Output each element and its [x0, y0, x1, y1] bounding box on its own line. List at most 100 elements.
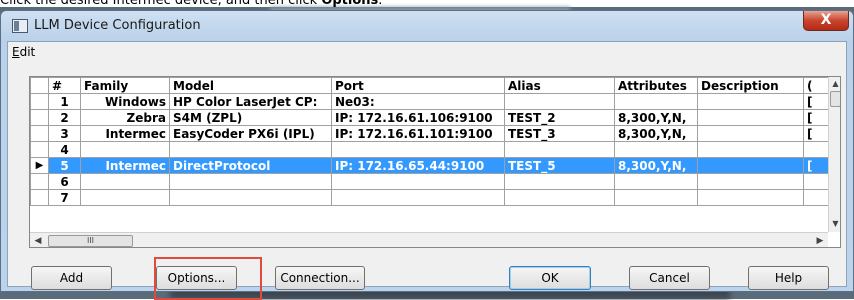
table-row[interactable]: 4	[30, 141, 829, 158]
cell-last[interactable]: [	[803, 109, 829, 126]
scroll-left-icon[interactable]: ◀	[30, 233, 46, 247]
cell-num[interactable]: 7	[48, 189, 81, 206]
cell-port[interactable]	[331, 141, 505, 158]
cell-attributes[interactable]	[614, 93, 698, 110]
horizontal-scroll-thumb[interactable]: III	[48, 235, 133, 247]
header-attributes[interactable]: Attributes	[614, 77, 698, 94]
cell-family[interactable]	[80, 189, 170, 206]
options-highlight-box	[154, 257, 262, 300]
instruction-prefix: Click the desired Intermec device, and t…	[0, 0, 322, 8]
cell-last[interactable]: [	[803, 125, 829, 142]
cell-num[interactable]: 3	[48, 125, 81, 142]
cell-family[interactable]	[80, 141, 170, 158]
cell-alias[interactable]	[504, 173, 615, 190]
cell-model[interactable]: S4M (ZPL)	[169, 109, 332, 126]
cell-description[interactable]	[697, 109, 804, 126]
cell-last[interactable]: [	[803, 93, 829, 110]
cell-attributes[interactable]: 8,300,Y,N,	[614, 125, 698, 142]
row-indicator[interactable]: ▶	[30, 157, 49, 174]
cell-last[interactable]	[803, 173, 829, 190]
cell-num[interactable]: 4	[48, 141, 81, 158]
cell-model[interactable]	[169, 189, 332, 206]
cell-alias[interactable]: TEST_3	[504, 125, 615, 142]
dialog-window: LLM Device Configuration X Edit # Family…	[0, 10, 854, 300]
header-family[interactable]: Family	[80, 77, 170, 94]
dialog-client: Edit # Family Model Port Alias Attribute…	[7, 41, 847, 300]
row-indicator[interactable]	[30, 173, 49, 190]
cell-family[interactable]: Windows	[80, 93, 170, 110]
cell-model[interactable]: DirectProtocol	[169, 157, 332, 174]
vertical-scroll-thumb[interactable]	[830, 91, 840, 107]
row-indicator[interactable]	[30, 141, 49, 158]
header-port[interactable]: Port	[331, 77, 505, 94]
menu-edit[interactable]: Edit	[12, 45, 35, 59]
table-row[interactable]: 7	[30, 189, 829, 206]
app-icon	[12, 19, 28, 33]
cell-description[interactable]	[697, 125, 804, 142]
add-button[interactable]: Add	[31, 266, 112, 290]
table-row[interactable]: 3 Intermec EasyCoder PX6i (IPL) IP: 172.16.…	[30, 125, 829, 142]
cell-description[interactable]	[697, 173, 804, 190]
header-num[interactable]: #	[48, 77, 81, 94]
row-indicator[interactable]	[30, 93, 49, 110]
table-row[interactable]: 2 Zebra S4M (ZPL) IP: 172.16.61.106:9100 TES…	[30, 109, 829, 126]
cell-family[interactable]: Intermec	[80, 157, 170, 174]
cell-alias[interactable]: TEST_2	[504, 109, 615, 126]
cell-description[interactable]	[697, 189, 804, 206]
header-extra[interactable]: (	[803, 77, 829, 94]
cell-port[interactable]: IP: 172.16.65.44:9100	[331, 157, 505, 174]
cell-port[interactable]	[331, 189, 505, 206]
cell-family[interactable]	[80, 173, 170, 190]
cell-attributes[interactable]	[614, 173, 698, 190]
header-description[interactable]: Description	[697, 77, 804, 94]
cell-description[interactable]	[697, 141, 804, 158]
table-row[interactable]: ▶ 5 Intermec DirectProtocol IP: 172.16.65.44…	[30, 157, 829, 174]
header-model[interactable]: Model	[169, 77, 332, 94]
cell-port[interactable]: IP: 172.16.61.101:9100	[331, 125, 505, 142]
cell-model[interactable]: EasyCoder PX6i (IPL)	[169, 125, 332, 142]
cell-attributes[interactable]	[614, 141, 698, 158]
cell-attributes[interactable]: 8,300,Y,N,	[614, 109, 698, 126]
cell-num[interactable]: 5	[48, 157, 81, 174]
cell-model[interactable]	[169, 173, 332, 190]
cell-attributes[interactable]	[614, 189, 698, 206]
row-indicator[interactable]	[30, 109, 49, 126]
cell-alias[interactable]	[504, 93, 615, 110]
cell-last[interactable]	[803, 189, 829, 206]
help-button[interactable]: Help	[748, 266, 829, 290]
cell-family[interactable]: Intermec	[80, 125, 170, 142]
cell-alias[interactable]	[504, 189, 615, 206]
cell-alias[interactable]	[504, 141, 615, 158]
vertical-scrollbar[interactable]: ▲ ▼	[828, 77, 840, 232]
cell-family[interactable]: Zebra	[80, 109, 170, 126]
table-row[interactable]: 1 Windows HP Color LaserJet CP: Ne03: [	[30, 93, 829, 110]
title-bar[interactable]: LLM Device Configuration X	[1, 11, 853, 41]
horizontal-scrollbar[interactable]: ◀ III ▶	[30, 232, 828, 247]
ok-button[interactable]: OK	[509, 266, 591, 290]
table-row[interactable]: 6	[30, 173, 829, 190]
cell-description[interactable]	[697, 93, 804, 110]
cancel-button[interactable]: Cancel	[629, 266, 710, 290]
cell-num[interactable]: 1	[48, 93, 81, 110]
cell-attributes[interactable]: 8,300,Y,N,	[614, 157, 698, 174]
cell-last[interactable]: [	[803, 157, 829, 174]
instruction-suffix: .	[378, 0, 383, 8]
cell-port[interactable]: IP: 172.16.61.106:9100	[331, 109, 505, 126]
scroll-right-icon[interactable]: ▶	[812, 233, 828, 247]
cell-port[interactable]: Ne03:	[331, 93, 505, 110]
cell-model[interactable]	[169, 141, 332, 158]
header-alias[interactable]: Alias	[504, 77, 615, 94]
cell-description[interactable]	[697, 157, 804, 174]
scroll-up-icon[interactable]: ▲	[829, 77, 840, 90]
row-indicator[interactable]	[30, 125, 49, 142]
cell-model[interactable]: HP Color LaserJet CP:	[169, 93, 332, 110]
cell-last[interactable]	[803, 141, 829, 158]
connection-button[interactable]: Connection...	[275, 266, 365, 290]
scroll-down-icon[interactable]: ▼	[829, 217, 840, 230]
row-indicator[interactable]	[30, 189, 49, 206]
cell-alias[interactable]: TEST_5	[504, 157, 615, 174]
close-button[interactable]: X	[803, 11, 849, 31]
cell-num[interactable]: 6	[48, 173, 81, 190]
cell-num[interactable]: 2	[48, 109, 81, 126]
cell-port[interactable]	[331, 173, 505, 190]
